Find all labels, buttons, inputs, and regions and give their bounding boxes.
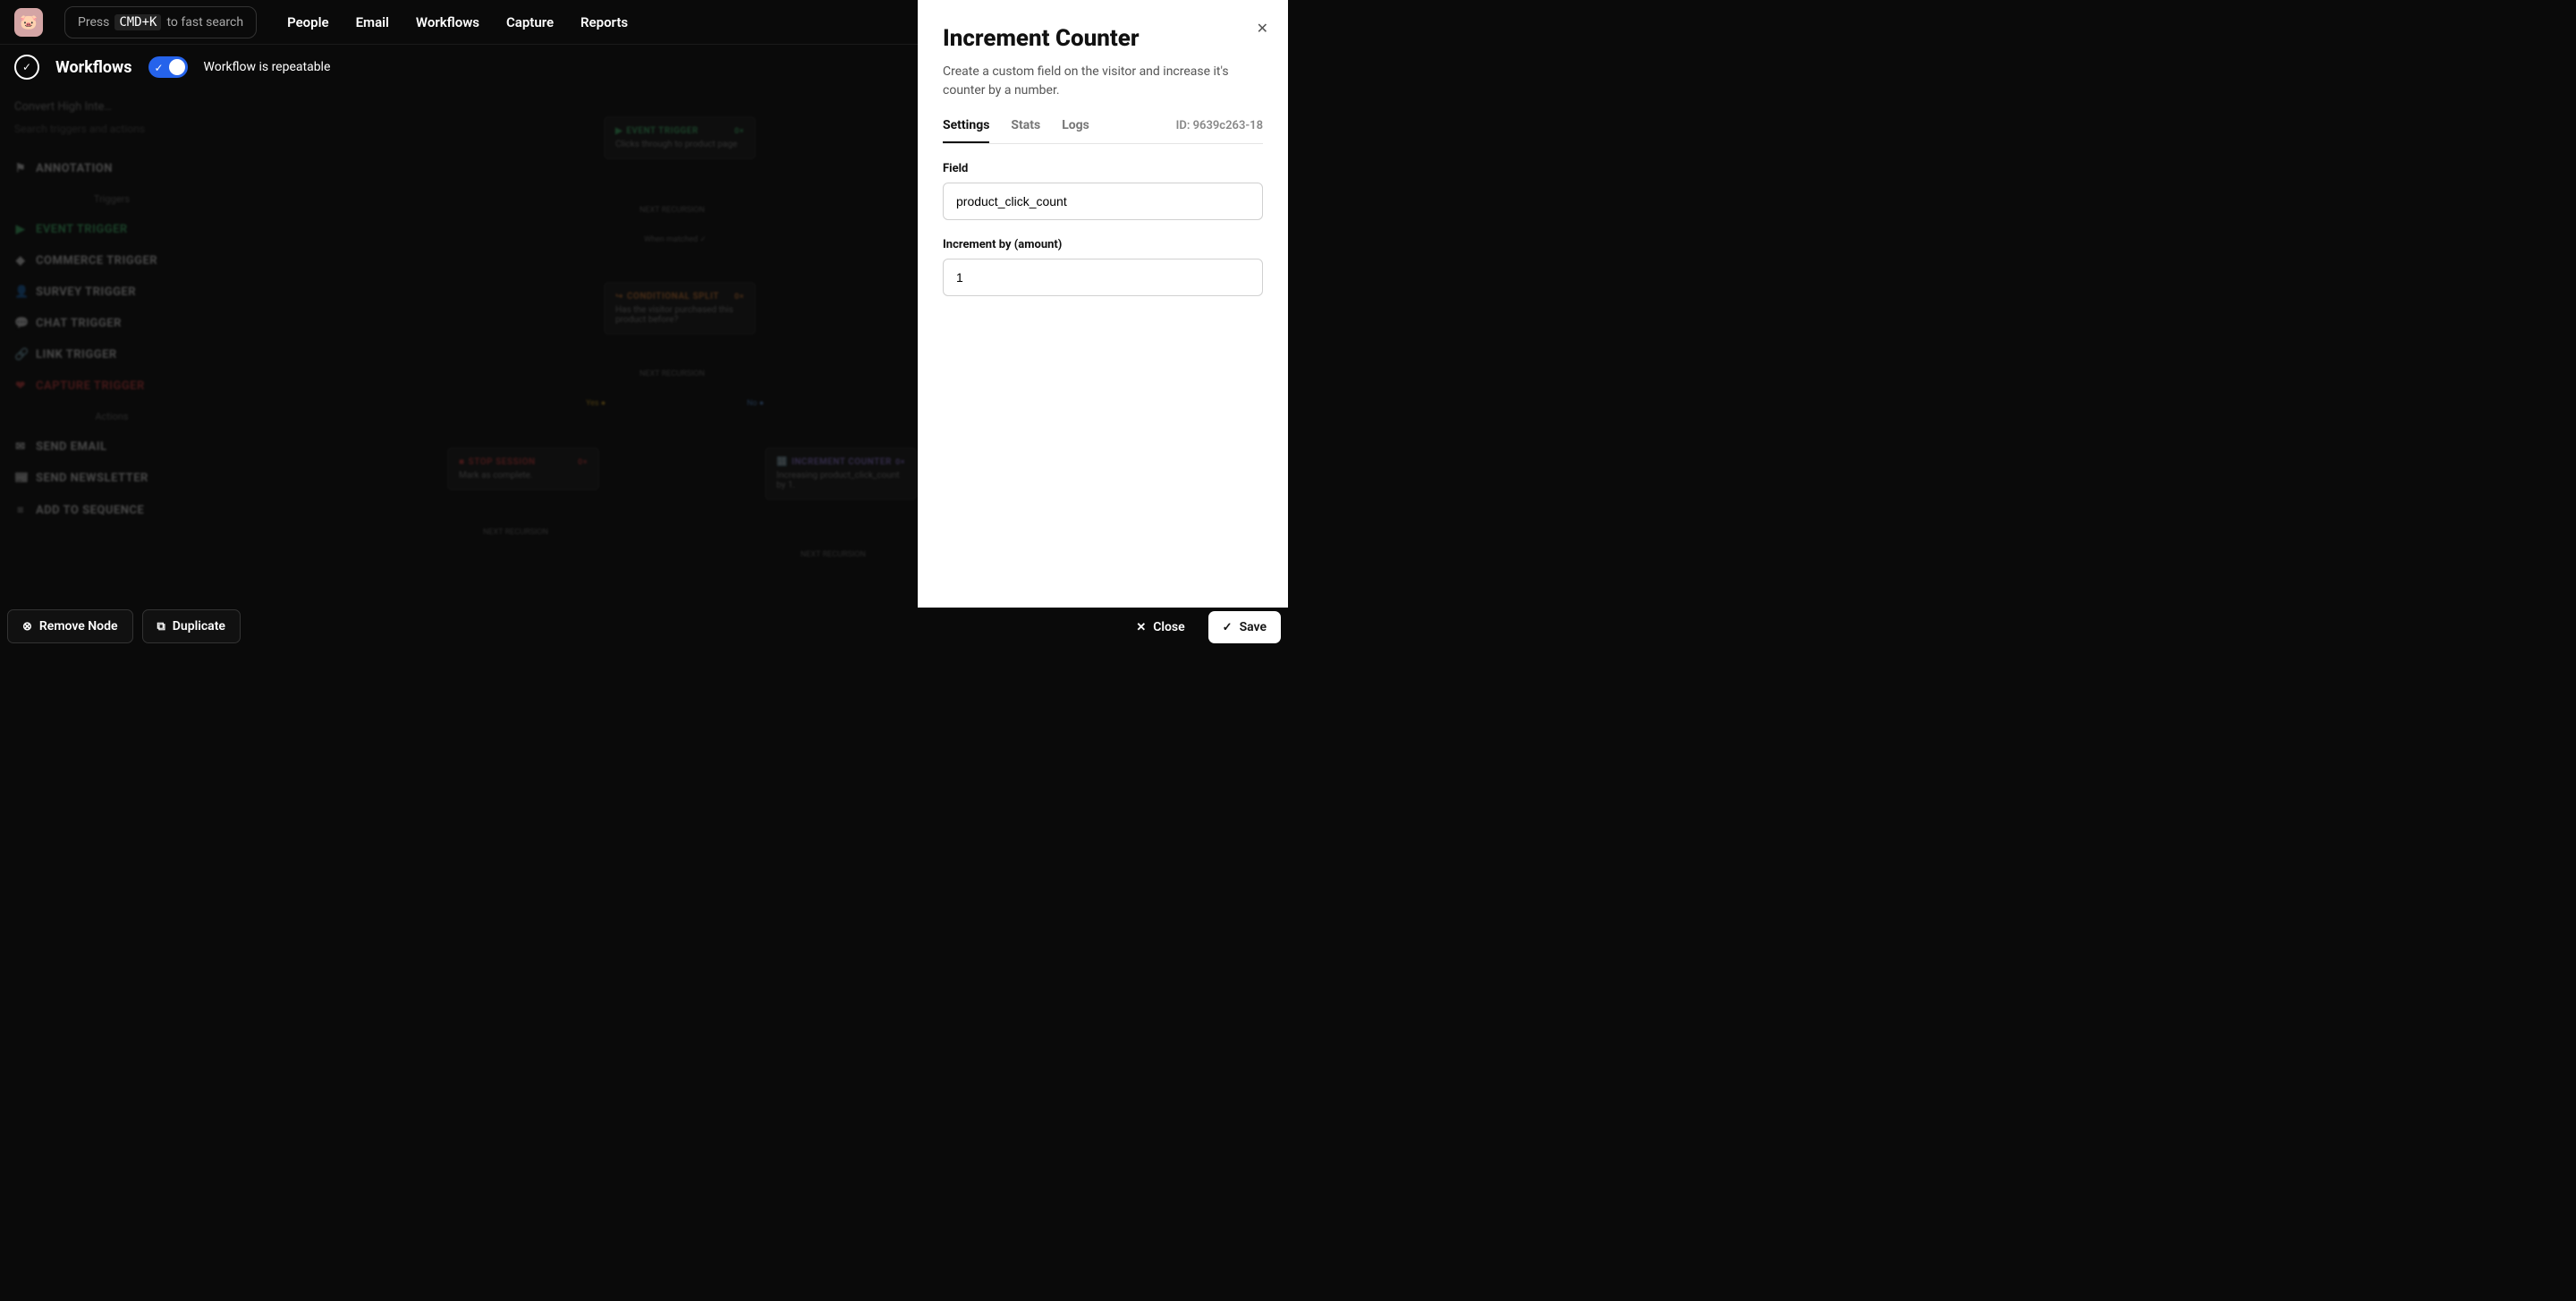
increment-input[interactable] (943, 259, 1263, 296)
search-kbd: CMD+K (114, 14, 161, 30)
palette-search[interactable]: Search triggers and actions (14, 123, 209, 135)
node-increment-counter[interactable]: 🔢INCREMENT COUNTER0× Increasing product_… (765, 447, 917, 500)
group-actions-label: Actions (14, 411, 209, 422)
next-recursion-label: NEXT RECURSION (640, 206, 705, 215)
search-hint-suffix: to fast search (166, 15, 243, 30)
toggle-knob (169, 59, 185, 75)
close-button[interactable]: ✕ Close (1122, 611, 1199, 643)
when-matched-label: When matched ✓ (644, 235, 707, 244)
panel-tabs: Settings Stats Logs ID: 9639c263-18 (943, 118, 1263, 144)
tab-logs[interactable]: Logs (1062, 118, 1089, 141)
cat-event-trigger[interactable]: ▶EVENT TRIGGER (14, 214, 209, 245)
tab-stats[interactable]: Stats (1011, 118, 1040, 141)
node-conditional-split[interactable]: ↪CONDITIONAL SPLIT0× Has the visitor pur… (604, 282, 756, 335)
node-stop-session[interactable]: ■STOP SESSION0× Mark as complete. (447, 447, 599, 490)
footer-right: ✕ Close ✓ Save (1122, 611, 1281, 643)
footer-left: ⊗ Remove Node ⧉ Duplicate (7, 609, 241, 643)
next-recursion-label-3: NEXT RECURSION (483, 528, 548, 537)
nav-capture[interactable]: Capture (506, 14, 554, 30)
duplicate-button[interactable]: ⧉ Duplicate (142, 609, 241, 643)
next-recursion-label-4: NEXT RECURSION (801, 550, 866, 559)
next-recursion-label-2: NEXT RECURSION (640, 370, 705, 378)
remove-node-button[interactable]: ⊗ Remove Node (7, 609, 133, 643)
check-icon: ✓ (155, 62, 164, 74)
cat-commerce-trigger[interactable]: ◆COMMERCE TRIGGER (14, 245, 209, 276)
node-settings-panel: ✕ Increment Counter Create a custom fiel… (918, 0, 1288, 608)
yes-branch-label: Yes ● (586, 398, 606, 408)
increment-label: Increment by (amount) (943, 238, 1263, 251)
play-icon: ▶ (615, 126, 623, 136)
repeatable-label: Workflow is repeatable (204, 60, 331, 74)
group-triggers-label: Triggers (14, 193, 209, 205)
panel-title: Increment Counter (943, 25, 1263, 52)
annotation-icon: ⚑ (14, 162, 27, 175)
panel-description: Create a custom field on the visitor and… (943, 63, 1263, 100)
save-button[interactable]: ✓ Save (1208, 611, 1281, 643)
nav-people[interactable]: People (287, 14, 329, 30)
cat-link-trigger[interactable]: 🔗LINK TRIGGER (14, 339, 209, 370)
tab-settings[interactable]: Settings (943, 118, 989, 143)
app-logo[interactable]: 🐷 (14, 8, 43, 37)
tool-palette: Convert High Inte… Search triggers and a… (0, 89, 224, 650)
search-hint[interactable]: Press CMD+K to fast search (64, 6, 257, 38)
cat-add-sequence[interactable]: ≡ADD TO SEQUENCE (14, 494, 209, 526)
repeatable-toggle[interactable]: ✓ (148, 56, 188, 78)
nav-reports[interactable]: Reports (580, 14, 628, 30)
no-branch-label: No ● (747, 398, 764, 408)
cat-capture-trigger[interactable]: ❤CAPTURE TRIGGER (14, 370, 209, 402)
main-nav: People Email Workflows Capture Reports (287, 14, 628, 30)
field-label: Field (943, 162, 1263, 175)
page-title: Workflows (55, 58, 132, 77)
cat-survey-trigger[interactable]: 👤SURVEY TRIGGER (14, 276, 209, 308)
close-icon[interactable]: ✕ (1257, 20, 1268, 37)
check-icon: ✓ (1223, 621, 1233, 634)
cat-send-email[interactable]: ✉SEND EMAIL (14, 431, 209, 463)
copy-icon: ⧉ (157, 620, 165, 633)
cat-send-newsletter[interactable]: 📰SEND NEWSLETTER (14, 463, 209, 494)
node-event-trigger[interactable]: ▶EVENT TRIGGER0× Clicks through to produ… (604, 116, 756, 159)
nav-workflows[interactable]: Workflows (416, 14, 479, 30)
node-id-label: ID: 9639c263-18 (1176, 119, 1263, 132)
remove-icon: ⊗ (22, 620, 32, 633)
field-input[interactable] (943, 183, 1263, 220)
stop-icon: ■ (459, 457, 465, 467)
counter-icon: 🔢 (776, 457, 788, 467)
split-icon: ↪ (615, 292, 623, 302)
search-hint-prefix: Press (78, 15, 109, 30)
cat-chat-trigger[interactable]: 💬CHAT TRIGGER (14, 308, 209, 339)
close-icon: ✕ (1136, 621, 1146, 634)
nav-email[interactable]: Email (356, 14, 389, 30)
breadcrumb: Convert High Inte… (14, 100, 209, 114)
workflow-icon: ✓ (14, 55, 39, 80)
